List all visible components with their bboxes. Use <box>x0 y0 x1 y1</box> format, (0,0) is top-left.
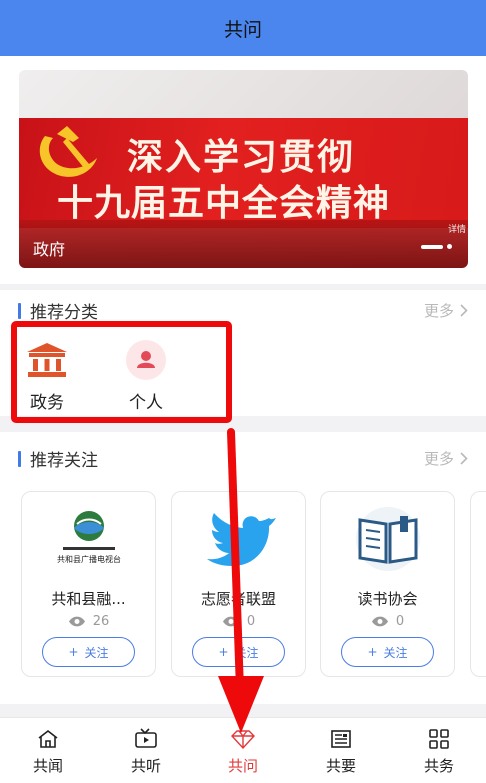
annotation-highlight-box <box>11 321 232 423</box>
follow-label: 关注 <box>383 645 408 660</box>
home-icon <box>38 729 58 748</box>
category-title-text: 推荐分类 <box>30 303 98 323</box>
logo-caption: 共和县广播电视台 <box>57 554 121 564</box>
fans-number: 0 <box>246 614 256 629</box>
plus-icon: + <box>68 645 79 659</box>
banner-headline-2: 十九届五中全会精神 <box>57 182 391 224</box>
banner-headline-1: 深入学习贯彻 <box>127 136 356 178</box>
tab-label: 共闻 <box>32 757 63 775</box>
follow-card-peek[interactable] <box>470 491 486 677</box>
follow-button[interactable]: + 关注 <box>192 637 285 667</box>
follow-section-title: 推荐关注 <box>18 446 98 471</box>
category-section-title: 推荐分类 <box>18 298 98 323</box>
follow-title-text: 推荐关注 <box>30 451 98 471</box>
follow-button[interactable]: + 关注 <box>341 637 434 667</box>
grid-icon <box>429 729 449 749</box>
eye-icon <box>222 616 239 627</box>
banner-section: 深入学习贯彻 十九届五中全会精神 政府 详情 <box>0 56 486 284</box>
bottom-tab-bar: 共闻 共听 共问 共要 共务 <box>0 717 486 783</box>
fans-count: 26 <box>22 614 155 629</box>
more-label: 更多 <box>423 302 454 320</box>
fans-count: 0 <box>321 614 454 629</box>
volunteer-logo <box>199 506 279 572</box>
tab-services[interactable]: 共务 <box>404 728 474 776</box>
account-name: 共和县融... <box>51 590 126 608</box>
tab-ask[interactable]: 共问 <box>208 728 278 776</box>
reading-logo <box>348 506 428 572</box>
tab-important[interactable]: 共要 <box>306 728 376 776</box>
media-center-logo: 共和县广播电视台 <box>49 506 129 572</box>
page-title: 共问 <box>223 18 262 41</box>
plus-icon: + <box>218 645 229 659</box>
follow-card[interactable]: 志愿者联盟 0 + 关注 <box>171 491 306 677</box>
chevron-right-icon <box>460 452 468 465</box>
fans-number: 0 <box>395 614 405 629</box>
account-name: 读书协会 <box>357 590 418 608</box>
follow-card[interactable]: 共和县广播电视台 共和县融... 26 + 关注 <box>21 491 156 677</box>
banner-carousel[interactable]: 深入学习贯彻 十九届五中全会精神 政府 详情 <box>19 70 468 268</box>
tv-play-icon <box>135 728 157 748</box>
tab-listen[interactable]: 共听 <box>111 728 181 776</box>
eye-icon <box>371 616 388 627</box>
title-accent-bar <box>18 302 21 319</box>
tab-label: 共问 <box>227 757 258 775</box>
tab-label: 共听 <box>130 757 161 775</box>
plus-icon: + <box>367 645 378 659</box>
follow-label: 关注 <box>84 645 109 660</box>
banner-corner-tag: 详情 <box>447 225 466 235</box>
tab-news[interactable]: 共闻 <box>13 728 83 776</box>
newspaper-icon <box>331 730 351 748</box>
open-book-icon <box>356 507 420 571</box>
broadcast-logo-icon: 共和县广播电视台 <box>57 511 121 564</box>
fans-number: 26 <box>92 614 110 629</box>
tab-label: 共务 <box>423 757 454 775</box>
carousel-dot-active <box>421 244 443 249</box>
more-label: 更多 <box>423 450 454 468</box>
follow-more-link[interactable]: 更多 <box>424 448 468 469</box>
category-more-link[interactable]: 更多 <box>424 300 468 321</box>
bird-icon <box>207 513 276 566</box>
title-accent-bar <box>18 450 21 467</box>
follow-label: 关注 <box>234 645 259 660</box>
follow-card[interactable]: 读书协会 0 + 关注 <box>320 491 455 677</box>
top-header: 共问 <box>0 0 486 56</box>
fans-count: 0 <box>172 614 305 629</box>
follow-button[interactable]: + 关注 <box>42 637 135 667</box>
carousel-dot <box>447 244 452 249</box>
diamond-icon <box>231 730 255 750</box>
banner-caption: 政府 <box>33 240 66 259</box>
account-name: 志愿者联盟 <box>200 590 276 608</box>
banner-caption-band <box>19 220 468 268</box>
carousel-indicator <box>421 244 452 249</box>
tab-label: 共要 <box>325 757 356 775</box>
eye-icon <box>68 616 85 627</box>
chevron-right-icon <box>460 304 468 317</box>
